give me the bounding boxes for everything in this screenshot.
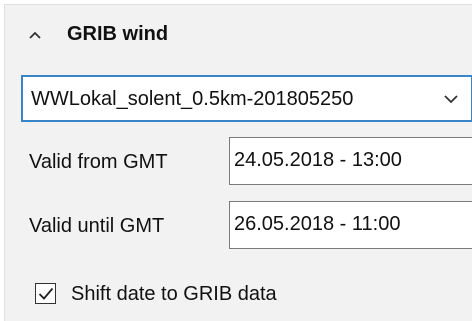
valid-from-field[interactable]: 24.05.2018 - 13:00 — [229, 137, 472, 185]
chevron-down-icon[interactable] — [443, 92, 459, 104]
grib-file-dropdown[interactable]: WWLokal_solent_0.5km-201805250 — [21, 75, 472, 122]
chevron-up-icon[interactable] — [29, 27, 41, 39]
shift-date-checkbox[interactable] — [35, 283, 56, 304]
section-header[interactable]: GRIB wind — [5, 5, 471, 59]
shift-date-label[interactable]: Shift date to GRIB data — [71, 283, 277, 306]
valid-from-label: Valid from GMT — [29, 151, 168, 173]
valid-until-label: Valid until GMT — [29, 215, 165, 237]
grib-wind-panel: GRIB wind WWLokal_solent_0.5km-201805250… — [4, 4, 472, 321]
dropdown-selected-value: WWLokal_solent_0.5km-201805250 — [31, 88, 354, 110]
valid-until-field[interactable]: 26.05.2018 - 11:00 — [229, 201, 472, 249]
section-title: GRIB wind — [67, 23, 169, 45]
